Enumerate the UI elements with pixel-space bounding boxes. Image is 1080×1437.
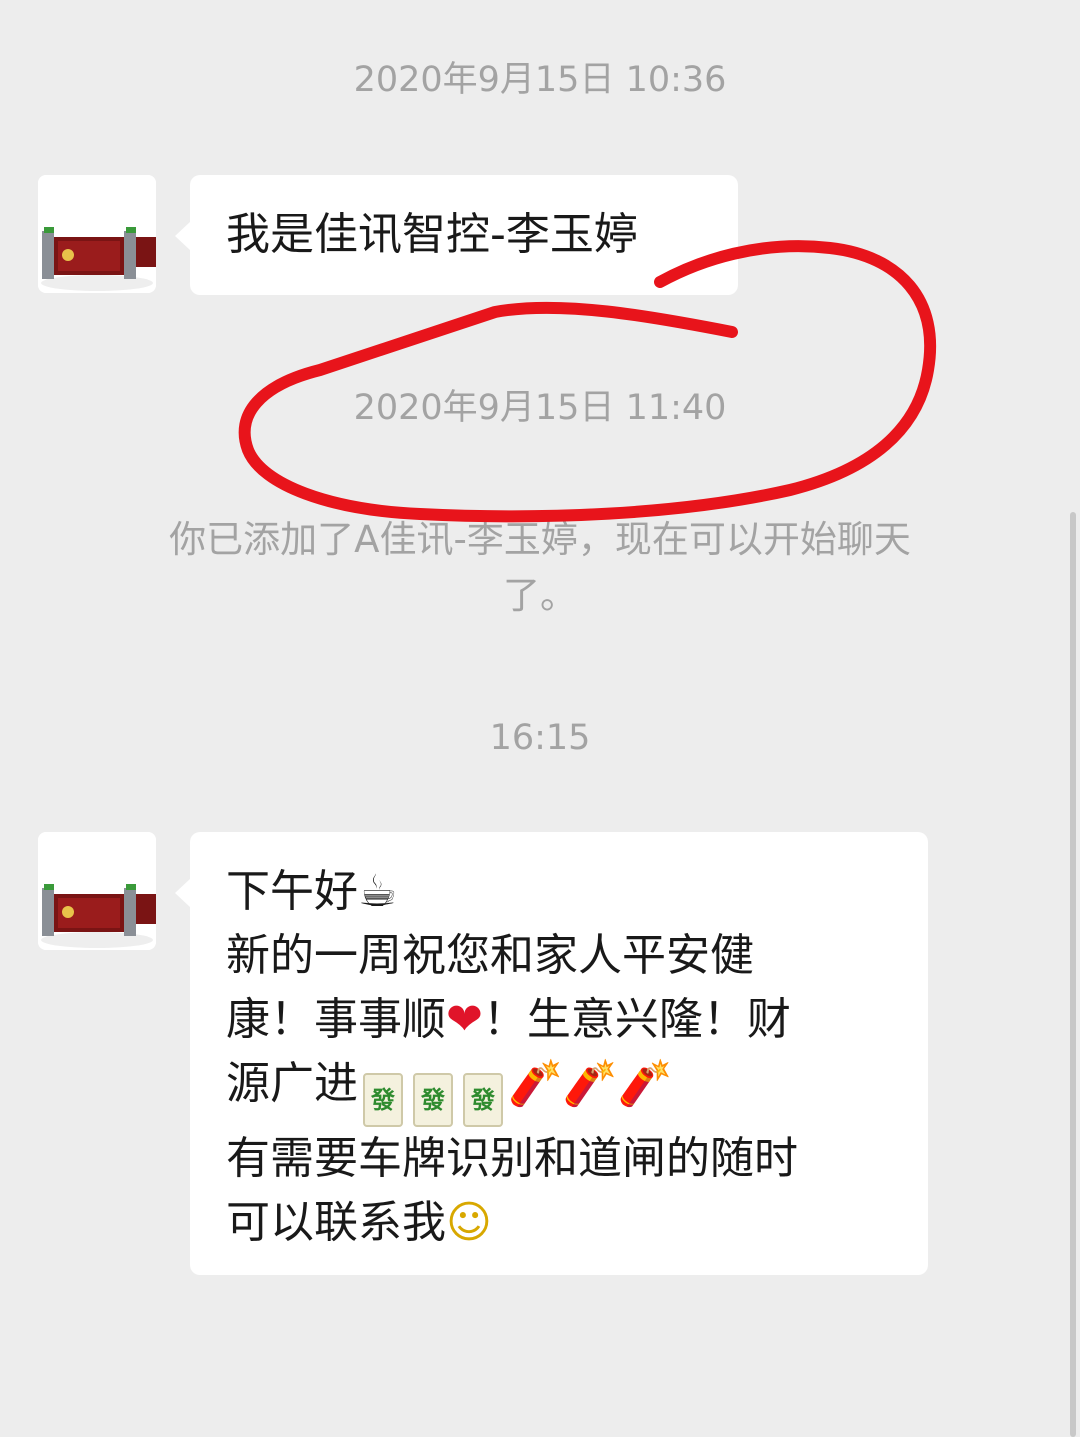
message-text: 源广进 <box>226 1058 358 1109</box>
firecracker-icon: 🧨 <box>617 1058 673 1109</box>
system-notice: 你已添加了A佳讯-李玉婷，现在可以开始聊天 了。 <box>100 512 980 624</box>
message-text: 康！事事顺 <box>226 994 446 1045</box>
contact-avatar[interactable] <box>38 175 156 293</box>
message-text: 可以联系我 <box>226 1197 446 1248</box>
timestamp: 16:15 <box>489 718 591 758</box>
firecracker-icon: 🧨 <box>562 1058 618 1109</box>
gate-logo-icon <box>38 175 156 293</box>
message-line: 康！事事顺❤！生意兴隆！财 <box>226 988 892 1052</box>
message-text: ！生意兴隆！财 <box>482 994 791 1045</box>
message-bubble[interactable]: 下午好☕ 新的一周祝您和家人平安健 康！事事顺❤！生意兴隆！财 源广进發發發 🧨🧨… <box>175 832 928 1275</box>
mahjong-fa-icon: 發 <box>413 1073 453 1127</box>
message-line: 新的一周祝您和家人平安健 <box>226 930 754 981</box>
coffee-icon: ☕ <box>358 866 398 917</box>
timestamp: 2020年9月15日 11:40 <box>353 388 727 428</box>
firecracker-icon: 🧨 <box>508 1058 563 1109</box>
message-bubble[interactable]: 我是佳讯智控-李玉婷 <box>175 175 738 295</box>
smile-icon: ☺ <box>446 1197 492 1248</box>
system-notice-line: 你已添加了A佳讯-李玉婷，现在可以开始聊天 <box>169 518 911 561</box>
heart-icon: ❤ <box>446 994 483 1045</box>
gate-logo-icon <box>38 832 156 950</box>
message-line: 可以联系我☺ <box>226 1191 892 1255</box>
mahjong-fa-icon: 發 <box>463 1073 503 1127</box>
contact-avatar[interactable] <box>38 832 156 950</box>
message-line: 有需要车牌识别和道闸的随时 <box>226 1133 798 1184</box>
message-text: 下午好 <box>226 866 358 917</box>
timestamp: 2020年9月15日 10:36 <box>353 60 727 100</box>
message-line: 下午好☕ <box>226 860 892 924</box>
scrollbar[interactable] <box>1070 512 1076 1437</box>
mahjong-fa-icon: 發 <box>363 1073 403 1127</box>
system-notice-line: 了。 <box>503 574 577 617</box>
message-text: 我是佳讯智控-李玉婷 <box>226 209 638 260</box>
message-line: 源广进發發發 🧨🧨🧨 <box>226 1052 892 1127</box>
